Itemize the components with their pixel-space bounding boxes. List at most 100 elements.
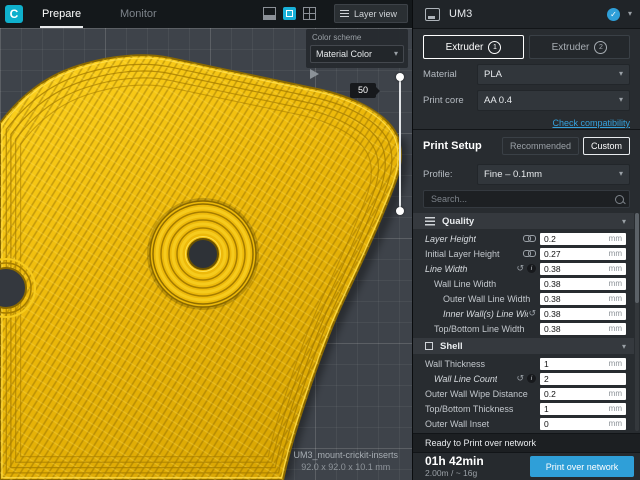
- setting-value-field[interactable]: 0.38mm: [540, 263, 626, 275]
- view-mode-label: Layer view: [354, 9, 397, 19]
- layer-play-button[interactable]: [310, 69, 319, 79]
- layer-slider-bottom-handle[interactable]: [396, 207, 404, 215]
- layer-number-badge[interactable]: 50: [350, 83, 376, 98]
- printer-selector[interactable]: UM3 ✓ ▾: [413, 0, 640, 29]
- custom-mode-button[interactable]: Custom: [583, 137, 630, 155]
- setting-row-line-width: Line Width↺i0.38mm: [413, 261, 634, 276]
- info-icon[interactable]: i: [527, 264, 536, 273]
- print-core-value: AA 0.4: [484, 95, 619, 106]
- layer-slider[interactable]: [398, 73, 402, 215]
- extruder-number-badge: 1: [488, 41, 501, 54]
- section-header-shell[interactable]: Shell▾: [413, 338, 634, 354]
- check-compatibility-row: Check compatibility: [413, 113, 640, 129]
- material-value: PLA: [484, 69, 619, 80]
- revert-icon[interactable]: ↺: [528, 309, 536, 318]
- extruder-label: Extruder: [552, 42, 590, 53]
- extruder-2-tab[interactable]: Extruder 2: [529, 35, 630, 59]
- model-caption: UM3_mount-crickit-inserts 92.0 x 92.0 x …: [293, 450, 398, 472]
- check-compatibility-link[interactable]: Check compatibility: [552, 118, 630, 128]
- setting-value: 0.38: [544, 264, 609, 274]
- print-setup-title: Print Setup: [423, 140, 498, 152]
- print-action-bar: 01h 42min 2.00m / ~ 16g Print over netwo…: [413, 452, 640, 480]
- setting-icons: [523, 235, 536, 242]
- revert-icon[interactable]: ↺: [516, 374, 524, 383]
- setting-row-top-bottom-line-width: Top/Bottom Line Width0.38mm: [413, 321, 634, 336]
- setting-unit: mm: [609, 234, 622, 243]
- 3d-view-icon[interactable]: [283, 7, 296, 20]
- chevron-down-icon: ▾: [619, 96, 623, 104]
- setting-value-field[interactable]: 0.38mm: [540, 308, 626, 320]
- revert-icon[interactable]: ↺: [516, 264, 524, 273]
- printer-icon: [425, 8, 440, 21]
- recommended-mode-button[interactable]: Recommended: [502, 137, 579, 155]
- view-mode-dropdown[interactable]: Layer view: [334, 4, 408, 23]
- setting-icons: [523, 250, 536, 257]
- search-row: [413, 187, 640, 211]
- tab-monitor[interactable]: Monitor: [120, 0, 157, 28]
- setting-unit: mm: [609, 264, 622, 273]
- setting-row-wall-line-width: Wall Line Width0.38mm: [413, 276, 634, 291]
- setting-value-field[interactable]: 0.2mm: [540, 388, 626, 400]
- color-scheme-value: Material Color: [316, 49, 394, 59]
- top-view-icon[interactable]: [303, 7, 316, 20]
- setting-unit: mm: [609, 359, 622, 368]
- setting-value-field[interactable]: 1mm: [540, 358, 626, 370]
- setting-label: Initial Layer Height: [425, 249, 500, 259]
- setting-unit: mm: [609, 404, 622, 413]
- setting-unit: mm: [609, 324, 622, 333]
- tab-prepare[interactable]: Prepare: [42, 0, 81, 28]
- section-header-quality[interactable]: Quality▾: [413, 213, 634, 229]
- print-core-dropdown[interactable]: AA 0.4 ▾: [477, 90, 630, 111]
- cura-logo[interactable]: C: [5, 5, 23, 23]
- front-view-icon[interactable]: [263, 7, 276, 20]
- material-usage-estimate: 2.00m / ~ 16g: [425, 469, 530, 478]
- chevron-down-icon: ▾: [619, 170, 623, 178]
- print-time-estimate: 01h 42min: [425, 455, 530, 468]
- color-scheme-dropdown[interactable]: Material Color ▾: [310, 45, 404, 63]
- setting-row-layer-height: Layer Height0.2mm: [413, 231, 634, 246]
- profile-value: Fine – 0.1mm: [484, 169, 619, 180]
- setting-value-field[interactable]: 1mm: [540, 403, 626, 415]
- scrollbar[interactable]: [635, 213, 639, 431]
- setting-value-field[interactable]: 0.38mm: [540, 278, 626, 290]
- setting-value-field[interactable]: 0mm: [540, 418, 626, 430]
- info-icon[interactable]: i: [527, 374, 536, 383]
- setting-value-field[interactable]: 2: [540, 373, 626, 385]
- setting-value: 0.38: [544, 279, 609, 289]
- setting-value: 1: [544, 359, 609, 369]
- setup-mode-toggle: RecommendedCustom: [498, 137, 630, 155]
- scrollbar-thumb[interactable]: [635, 213, 639, 303]
- setting-unit: mm: [609, 249, 622, 258]
- material-dropdown[interactable]: PLA ▾: [477, 64, 630, 85]
- chevron-down-icon: ▾: [394, 50, 398, 58]
- setting-row-outer-wall-wipe-distance: Outer Wall Wipe Distance0.2mm: [413, 386, 634, 401]
- setting-value-field[interactable]: 0.27mm: [540, 248, 626, 260]
- setting-label: Wall Thickness: [425, 359, 485, 369]
- layer-slider-track[interactable]: [399, 77, 401, 211]
- print-over-network-button[interactable]: Print over network: [530, 456, 634, 477]
- setting-label: Outer Wall Line Width: [425, 294, 530, 304]
- layer-slider-top-handle[interactable]: [396, 73, 404, 81]
- settings-list[interactable]: Quality▾ Layer Height0.2mm Initial Layer H…: [413, 211, 640, 433]
- setting-unit: mm: [609, 294, 622, 303]
- setting-row-outer-wall-inset: Outer Wall Inset 0mm: [413, 416, 634, 431]
- extruder-1-tab[interactable]: Extruder1: [423, 35, 524, 59]
- printer-connected-check-icon: ✓: [607, 8, 620, 21]
- setting-unit: mm: [609, 419, 622, 428]
- setting-value-field[interactable]: 0.38mm: [540, 293, 626, 305]
- setting-value: 0.2: [544, 234, 609, 244]
- setting-value: 0.38: [544, 324, 609, 334]
- search-input[interactable]: [429, 193, 615, 205]
- setting-label: Outer Wall Inset: [425, 419, 489, 429]
- setting-value-field[interactable]: 0.2mm: [540, 233, 626, 245]
- search-box[interactable]: [423, 190, 630, 208]
- search-icon: [615, 195, 624, 204]
- 3d-viewport[interactable]: Color scheme Material Color ▾ 50 UM3_mou…: [0, 28, 412, 480]
- setting-value-field[interactable]: 0.38mm: [540, 323, 626, 335]
- setting-unit: mm: [609, 389, 622, 398]
- setting-row-inner-wall-s-line-width: Inner Wall(s) Line Width↺0.38mm: [413, 306, 634, 321]
- print-setup-header: Print Setup RecommendedCustom: [413, 129, 640, 161]
- profile-dropdown[interactable]: Fine – 0.1mm ▾: [477, 164, 630, 185]
- extruder-number-badge: 2: [594, 41, 607, 54]
- top-bar: C Prepare Monitor Layer view: [0, 0, 412, 28]
